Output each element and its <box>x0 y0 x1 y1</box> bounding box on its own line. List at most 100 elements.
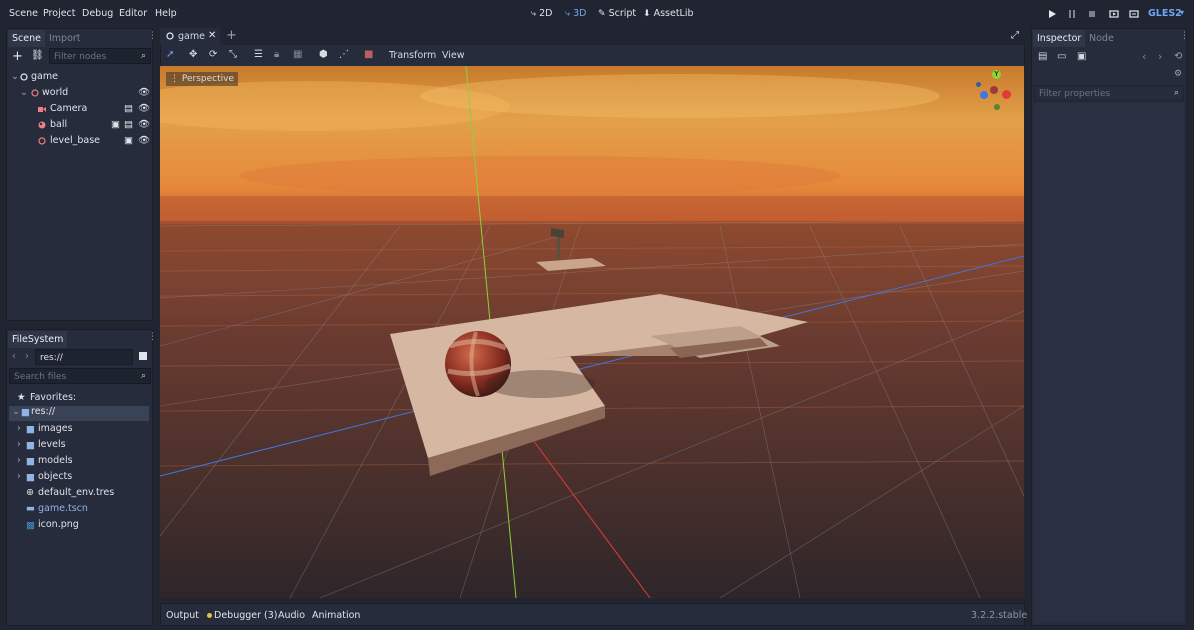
favorites-header[interactable]: ★ Favorites: <box>17 392 147 407</box>
forward-icon[interactable]: › <box>1158 50 1162 63</box>
move-tool-icon[interactable]: ✥ <box>189 49 197 60</box>
output-tab[interactable]: Output <box>166 610 199 621</box>
path-field[interactable]: res:// <box>35 349 133 365</box>
tree-node-ball[interactable]: ball ▣ ▤ 👁︎ <box>11 119 151 134</box>
tree-file-game-tscn[interactable]: ▬ game.tscn <box>17 503 147 518</box>
dock-menu-icon[interactable]: ⋮ <box>148 31 157 41</box>
transform-menu[interactable]: Transform <box>389 50 436 61</box>
select-tool-icon[interactable]: ➚ <box>166 49 174 60</box>
filter-properties-input[interactable]: Filter properties ⌕ <box>1034 85 1184 101</box>
3d-viewport[interactable]: ⋮ Perspective Y <box>160 66 1024 598</box>
dock-menu-icon[interactable]: ⋮ <box>1180 31 1189 41</box>
split-view-icon[interactable] <box>137 350 149 362</box>
tab-scene[interactable]: Scene <box>8 30 45 47</box>
orientation-gizmo[interactable]: Y <box>974 68 1020 114</box>
gizmo-neg-z-axis[interactable] <box>976 82 981 87</box>
play-scene-icon[interactable] <box>1109 9 1119 19</box>
tree-node-camera[interactable]: Camera ▤ 👁︎ <box>11 103 151 118</box>
back-icon[interactable]: ‹ <box>1142 50 1146 63</box>
menu-debug[interactable]: Debug <box>82 8 113 19</box>
workspace-assetlib-button[interactable]: ⬇ AssetLib <box>643 8 694 19</box>
workspace-3d-button[interactable]: ⤷ 3D <box>565 8 586 19</box>
inspector-dock: Inspector Node ⋮ ▤ ▭ ▣ ‹ › ⟲ ⚙ Filter pr… <box>1031 28 1189 626</box>
save-icon[interactable]: ▣ <box>1077 51 1086 62</box>
fullscreen-icon[interactable]: ⤢ <box>1011 30 1019 41</box>
list-select-icon[interactable]: ☰ <box>254 49 263 60</box>
search-icon: ⌕ <box>140 371 146 381</box>
tree-folder-root[interactable]: ⌄ ■ res:// <box>9 406 149 421</box>
back-icon[interactable]: ‹ <box>12 351 16 362</box>
renderer-select[interactable]: GLES2 <box>1148 8 1182 19</box>
debugger-tab[interactable]: Debugger (3) <box>214 610 278 621</box>
new-resource-icon[interactable]: ▤ <box>1038 51 1047 62</box>
menu-editor[interactable]: Editor <box>119 8 147 19</box>
forward-icon[interactable]: › <box>25 351 29 362</box>
workspace-2d-button[interactable]: ⤷ 2D <box>531 8 552 19</box>
filter-nodes-input[interactable]: Filter nodes ⌕ <box>49 48 151 64</box>
spatial-node-icon <box>166 32 174 40</box>
script-icon[interactable]: ▤ <box>124 119 133 130</box>
menu-help[interactable]: Help <box>155 8 177 19</box>
play-custom-scene-icon[interactable] <box>1129 9 1139 19</box>
gizmo-z-axis[interactable] <box>980 91 988 99</box>
play-icon[interactable] <box>1047 9 1057 19</box>
local-space-icon[interactable]: ⬢ <box>319 49 328 60</box>
perspective-menu[interactable]: ⋮ Perspective <box>166 72 238 86</box>
gizmo-neg-x-axis[interactable] <box>990 86 998 94</box>
animation-tab[interactable]: Animation <box>312 610 360 621</box>
inspector-property-area <box>1034 103 1184 623</box>
visibility-eye-icon[interactable]: 👁︎ <box>138 119 150 130</box>
snap-icon[interactable]: ⋰ <box>339 49 349 60</box>
search-files-input[interactable]: Search files ⌕ <box>9 368 151 384</box>
tab-node[interactable]: Node <box>1089 33 1114 44</box>
tree-node-level-base[interactable]: level_base ▣ 👁︎ <box>11 135 151 150</box>
stop-icon[interactable] <box>1087 9 1097 19</box>
scale-tool-icon[interactable]: ⤡ <box>229 49 237 60</box>
tree-folder-models[interactable]: › ■ models <box>17 455 147 470</box>
gizmo-y-axis[interactable]: Y <box>992 70 1001 79</box>
menu-scene[interactable]: Scene <box>9 8 38 19</box>
tab-import[interactable]: Import <box>49 33 81 44</box>
dock-menu-icon[interactable]: ⋮ <box>148 332 157 342</box>
menu-project[interactable]: Project <box>43 8 76 19</box>
gizmo-neg-y-axis[interactable] <box>994 104 1000 110</box>
open-folder-icon[interactable]: ▭ <box>1057 51 1066 62</box>
tree-folder-levels[interactable]: › ■ levels <box>17 439 147 454</box>
tree-folder-objects[interactable]: › ■ objects <box>17 471 147 486</box>
add-tab-icon[interactable]: + <box>226 28 237 43</box>
history-icon[interactable]: ⟲ <box>1174 51 1182 62</box>
instance-icon[interactable]: ▣ <box>111 119 120 130</box>
tab-game[interactable]: game ✕ <box>160 28 220 45</box>
instance-icon[interactable]: ▣ <box>124 135 133 146</box>
tree-folder-images[interactable]: › ■ images <box>17 423 147 438</box>
group-icon[interactable]: ▦ <box>293 49 302 60</box>
folder-icon: ■ <box>26 424 35 435</box>
scene-tabs: game ✕ + ⤢ <box>160 28 1025 45</box>
audio-tab[interactable]: Audio <box>278 610 305 621</box>
object-properties-icon[interactable]: ⚙ <box>1174 69 1182 79</box>
tab-filesystem[interactable]: FileSystem <box>8 331 68 348</box>
script-icon[interactable]: ▤ <box>124 103 133 114</box>
pause-icon[interactable] <box>1067 9 1077 19</box>
camera-preview-icon[interactable]: ■ <box>364 49 373 60</box>
lock-icon[interactable]: 🔒︎ <box>274 49 279 60</box>
visibility-eye-icon[interactable]: 👁︎ <box>138 87 150 98</box>
tree-file-default-env[interactable]: ⊕ default_env.tres <box>17 487 147 502</box>
tree-file-icon-png[interactable]: ▩ icon.png <box>17 519 147 534</box>
add-node-icon[interactable]: + <box>12 49 23 64</box>
view-menu[interactable]: View <box>442 50 465 61</box>
folder-icon: ■ <box>26 472 35 483</box>
tree-node-world[interactable]: ⌄ world 👁︎ <box>11 87 151 102</box>
tab-inspector[interactable]: Inspector <box>1033 30 1086 47</box>
close-icon[interactable]: ✕ <box>208 30 216 41</box>
gizmo-x-axis[interactable] <box>1002 90 1011 99</box>
visibility-eye-icon[interactable]: 👁︎ <box>138 103 150 114</box>
workspace-script-button[interactable]: ✎ Script <box>598 8 636 19</box>
tree-node-game[interactable]: ⌄ game <box>11 71 151 86</box>
visibility-eye-icon[interactable]: 👁︎ <box>138 135 150 146</box>
chevron-right-icon: › <box>17 423 21 434</box>
rotate-tool-icon[interactable]: ⟳ <box>209 49 217 60</box>
spatial-node-icon <box>31 89 39 97</box>
link-icon[interactable]: ⛓ <box>31 50 44 61</box>
search-icon: ⌕ <box>1173 88 1179 98</box>
